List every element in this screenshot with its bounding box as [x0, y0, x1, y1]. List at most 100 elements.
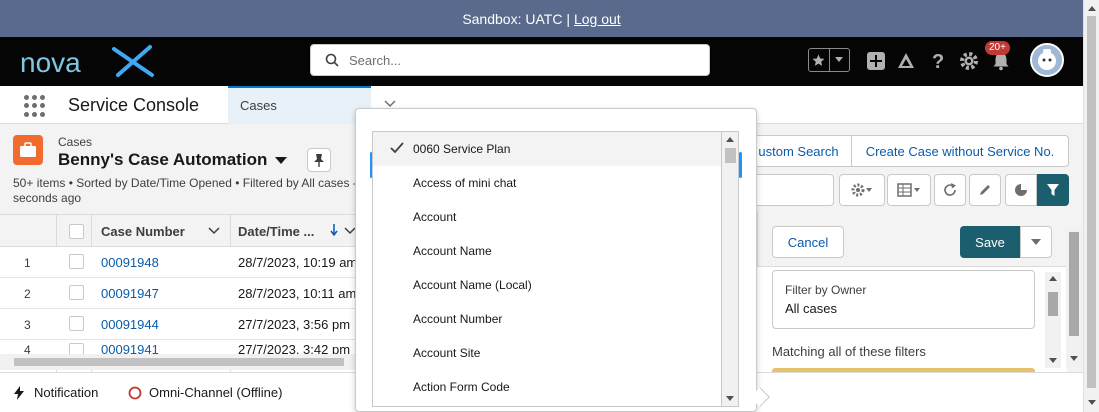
- column-header-case-number[interactable]: Case Number: [101, 215, 185, 247]
- custom-search-label: ustom Search: [758, 143, 839, 159]
- pencil-icon: [980, 185, 990, 195]
- global-actions-button[interactable]: [865, 50, 887, 72]
- list-search-input[interactable]: [757, 174, 834, 206]
- chevron-down-icon: [1031, 239, 1041, 245]
- gear-icon: [851, 183, 872, 197]
- utility-omni-channel-label: Omni-Channel (Offline): [149, 385, 283, 400]
- pin-list-button[interactable]: [307, 148, 331, 172]
- edit-list-button[interactable]: [969, 174, 1001, 206]
- table-horizontal-scrollbar[interactable]: [0, 354, 355, 370]
- utility-notification-label: Notification: [34, 385, 99, 400]
- list-view-selector[interactable]: Benny's Case Automation: [58, 150, 288, 170]
- trailhead-icon: [898, 53, 914, 68]
- page-scrollbar[interactable]: [1083, 0, 1099, 412]
- logout-link[interactable]: Log out: [574, 11, 621, 27]
- filter-by-owner-card[interactable]: Filter by Owner All cases: [772, 270, 1035, 329]
- row-checkbox[interactable]: [69, 316, 84, 331]
- table-row[interactable]: 1 00091948 28/7/2023, 10:19 am: [0, 247, 372, 278]
- create-case-button[interactable]: Create Case without Service No.: [851, 135, 1069, 167]
- date-opened: 28/7/2023, 10:19 am: [238, 255, 358, 270]
- user-avatar[interactable]: [1030, 43, 1064, 77]
- favorite-star-button[interactable]: [809, 49, 829, 71]
- column-header-date-time[interactable]: Date/Time ...: [238, 215, 314, 247]
- listbox-option[interactable]: Account Name (Local): [373, 268, 721, 302]
- case-number-link[interactable]: 00091948: [101, 255, 159, 270]
- filter-list-scrollbar[interactable]: [1045, 272, 1061, 368]
- filter-panel-scrollbar[interactable]: [1066, 228, 1082, 368]
- trailhead-button[interactable]: [895, 50, 917, 72]
- date-opened: 28/7/2023, 10:11 am: [238, 286, 357, 301]
- filter-icon: [1047, 184, 1059, 196]
- sort-descending-icon: [330, 224, 338, 236]
- matching-filters-text: Matching all of these filters: [772, 344, 926, 359]
- list-view-caret-icon: [275, 156, 288, 164]
- filter-button[interactable]: [1037, 174, 1069, 206]
- listbox-option[interactable]: 0060 Service Plan: [373, 132, 721, 166]
- global-search-input[interactable]: Search...: [310, 44, 710, 76]
- listbox-option[interactable]: Account Site: [373, 336, 721, 370]
- charts-button[interactable]: [1005, 174, 1037, 206]
- listbox-option-label: Action Form Code: [413, 380, 510, 394]
- lightning-icon: [14, 385, 24, 400]
- list-view-title: Benny's Case Automation: [58, 150, 268, 169]
- brand-logo[interactable]: nova: [18, 41, 158, 83]
- select-all-checkbox[interactable]: [69, 215, 84, 247]
- check-icon: [390, 142, 404, 154]
- briefcase-icon: [20, 142, 36, 157]
- row-number: 1: [24, 256, 31, 270]
- utility-notification[interactable]: Notification: [13, 385, 98, 400]
- listbox-option[interactable]: Access of mini chat: [373, 166, 721, 200]
- row-checkbox[interactable]: [69, 343, 84, 354]
- app-name: Service Console: [68, 95, 200, 115]
- listbox-option[interactable]: Action Form Code: [373, 370, 721, 404]
- chevron-down-icon[interactable]: [384, 100, 396, 108]
- case-number-link[interactable]: 00091944: [101, 317, 159, 332]
- date-opened: 27/7/2023, 3:56 pm: [238, 317, 351, 332]
- listbox-scrollbar[interactable]: [722, 131, 739, 407]
- row-number: 2: [24, 287, 31, 301]
- listbox-option-label: Account Name: [413, 244, 492, 258]
- field-picker-listbox[interactable]: 0060 Service Plan Access of mini chat Ac…: [372, 131, 722, 407]
- setup-button[interactable]: [958, 50, 980, 72]
- listbox-option[interactable]: Account: [373, 200, 721, 234]
- object-label: Cases: [58, 135, 93, 149]
- tab-cases[interactable]: Cases: [228, 86, 371, 124]
- owner-filter-value: All cases: [785, 301, 838, 316]
- cancel-button[interactable]: Cancel: [772, 226, 844, 258]
- star-icon: [813, 54, 825, 66]
- favorites-group: [808, 48, 850, 72]
- cancel-label: Cancel: [787, 234, 829, 250]
- custom-search-button[interactable]: ustom Search: [745, 135, 852, 167]
- table-row[interactable]: 3 00091944 27/7/2023, 3:56 pm: [0, 309, 372, 340]
- row-checkbox[interactable]: [69, 285, 84, 300]
- help-button[interactable]: ?: [927, 50, 949, 72]
- listbox-option-label: Account: [413, 210, 457, 224]
- utility-omni-channel[interactable]: Omni-Channel (Offline): [128, 385, 282, 400]
- refresh-button[interactable]: [934, 174, 966, 206]
- app-launcher-icon[interactable]: [24, 95, 46, 117]
- chevron-down-icon: [835, 57, 844, 62]
- case-number-link[interactable]: 00091941: [101, 342, 159, 354]
- column-date-time-label: Date/Time ...: [238, 223, 315, 239]
- list-meta-line1: 50+ items • Sorted by Date/Time Opened •…: [13, 176, 357, 190]
- listbox-option[interactable]: Account Name: [373, 234, 721, 268]
- row-checkbox[interactable]: [69, 254, 84, 269]
- save-button[interactable]: Save: [960, 226, 1020, 258]
- case-number-link[interactable]: 00091947: [101, 286, 159, 301]
- table-icon: [897, 183, 920, 197]
- chevron-down-icon[interactable]: [208, 227, 220, 235]
- listbox-option[interactable]: Account Number: [373, 302, 721, 336]
- table-row[interactable]: 2 00091947 28/7/2023, 10:11 am: [0, 278, 372, 309]
- global-header: nova Search... ? 20+: [0, 37, 1083, 86]
- favorites-menu-button[interactable]: [828, 49, 849, 71]
- create-case-label: Create Case without Service No.: [865, 143, 1055, 159]
- list-meta-line2: seconds ago: [13, 191, 82, 205]
- list-settings-button[interactable]: [839, 174, 885, 206]
- column-case-number-label: Case Number: [101, 223, 185, 239]
- display-as-button[interactable]: [887, 174, 931, 206]
- date-opened: 27/7/2023, 3:42 pm: [238, 342, 351, 354]
- save-options-button[interactable]: [1020, 226, 1052, 258]
- tab-cases-label: Cases: [240, 98, 277, 113]
- table-row[interactable]: 4 00091941 27/7/2023, 3:42 pm: [0, 340, 372, 354]
- listbox-option-label: Account Site: [413, 346, 481, 360]
